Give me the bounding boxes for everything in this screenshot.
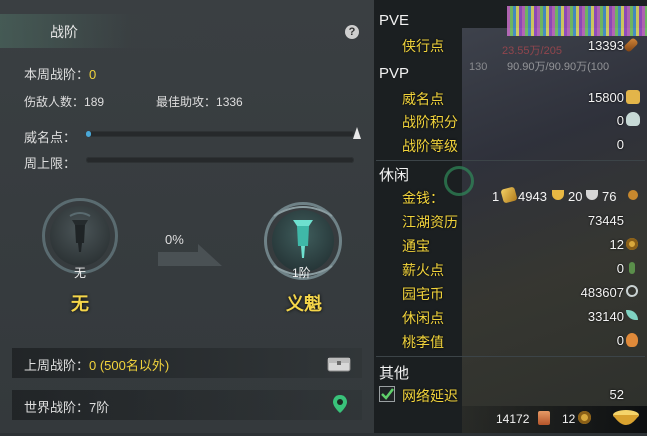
latency-value: 52 (609, 387, 624, 402)
pve-section-title: PVE (379, 12, 410, 29)
divider (376, 356, 645, 357)
weekly-cap-label: 周上限： (24, 156, 77, 171)
prestige-progress-fill (86, 131, 92, 137)
copper-coin-icon (628, 190, 638, 200)
kills-label: 伤敌人数： (24, 95, 85, 109)
bottom-value-1: 14172 (496, 412, 530, 426)
prestige-label: 威名点： (24, 130, 77, 145)
firewood-icon (629, 262, 635, 274)
xiuxian-label: 休闲点 (402, 310, 444, 326)
assist-value: 1336 (216, 95, 243, 109)
lantern-icon (69, 212, 91, 252)
last-week-label: 上周战阶： (24, 358, 90, 373)
peach-icon (626, 333, 638, 347)
zhanjie-jifen-value: 0 (616, 113, 624, 128)
xiaxing-label: 侠行点 (402, 38, 444, 54)
leisure-section-title: 休闲 (379, 167, 410, 184)
jianghu-value: 73445 (587, 213, 624, 228)
jianghu-label: 江湖资历 (402, 214, 458, 230)
current-rank-emblem (42, 198, 118, 274)
week-rank-label: 本周战阶： (24, 67, 90, 82)
tongbao-coin-icon (626, 238, 638, 250)
next-rank-name: 义魁 (286, 294, 322, 314)
world-rank-label: 世界战阶： (24, 400, 90, 415)
kills-row: 伤敌人数：189 (24, 93, 104, 110)
yuanzhai-value: 483607 (580, 285, 624, 300)
last-week-text: 上周战阶：0 (500名以外) (24, 355, 169, 374)
xinhuo-value: 0 (616, 261, 624, 276)
xinhuo-label: 薪火点 (402, 262, 444, 278)
tongbao-value: 12 (609, 237, 624, 252)
week-rank-value: 0 (89, 67, 97, 82)
background-banner (507, 6, 647, 36)
rank-points-icon (626, 112, 640, 126)
current-rank-level: 无 (74, 266, 87, 280)
background-scene (462, 28, 647, 433)
yuanzhai-label: 园宅币 (402, 286, 444, 302)
prestige-progress-bar (86, 131, 354, 137)
weiming-value: 15800 (587, 90, 624, 105)
assist-row: 最佳助攻：1336 (156, 93, 243, 110)
assist-label: 最佳助攻： (156, 95, 217, 109)
weekly-cap-progress-bar (86, 157, 354, 163)
background-text-3: 90.90万/90.90万(100 (507, 61, 610, 73)
cap-marker-icon (353, 127, 361, 139)
scroll-icon (538, 411, 550, 425)
tongbao-label: 通宝 (402, 238, 430, 254)
help-icon[interactable]: ? (345, 25, 359, 39)
last-week-value: 0 (500名以外) (89, 358, 170, 373)
current-rank-name: 无 (71, 294, 89, 314)
xiaxing-value: 13393 (587, 38, 624, 53)
money-silver: 20 (568, 189, 583, 204)
next-rank-level: 1阶 (292, 266, 311, 280)
money-label: 金钱： (402, 190, 444, 206)
money-gold: 4943 (518, 189, 547, 204)
arrow-right-icon (158, 244, 222, 266)
weiming-label: 威名点 (402, 91, 444, 107)
other-section-title: 其他 (379, 365, 410, 382)
chest-icon[interactable] (327, 354, 351, 372)
prestige-badge-icon (626, 90, 640, 104)
taoli-value: 0 (616, 333, 624, 348)
divider (376, 160, 645, 161)
jade-ornament-icon (444, 166, 474, 196)
kills-value: 189 (84, 95, 105, 109)
money-copper: 76 (602, 189, 617, 204)
world-rank-value: 7阶 (89, 400, 110, 415)
xiuxian-value: 33140 (587, 309, 624, 324)
latency-checkbox[interactable] (379, 386, 395, 402)
home-coin-icon (626, 285, 638, 297)
location-pin-icon[interactable] (332, 394, 348, 414)
bottom-value-2: 12 (562, 412, 576, 426)
zhanjie-dengji-value: 0 (616, 137, 624, 152)
zhanjie-jifen-label: 战阶积分 (402, 114, 458, 130)
week-rank-row: 本周战阶：0 (24, 64, 96, 83)
currency-panel: PVE 侠行点 23.55万/205 13393 PVP 130 90.90万/… (374, 0, 647, 433)
taoli-label: 桃李值 (402, 334, 444, 350)
coin-icon (578, 411, 591, 424)
checkmark-icon (381, 388, 394, 400)
pvp-section-title: PVP (379, 65, 410, 82)
world-rank-text: 世界战阶：7阶 (24, 397, 109, 416)
gold-bowl-icon[interactable] (610, 405, 642, 431)
latency-label: 网络延迟 (402, 388, 458, 404)
money-gold-ingot: 1 (492, 189, 500, 204)
battle-rank-panel: 战阶 ? 本周战阶：0 伤敌人数：189 最佳助攻：1336 威名点： 周上限：… (0, 0, 374, 433)
panel-title: 战阶 (50, 24, 78, 40)
background-text-2: 130 (469, 61, 488, 73)
zhanjie-dengji-label: 战阶等级 (402, 138, 458, 154)
